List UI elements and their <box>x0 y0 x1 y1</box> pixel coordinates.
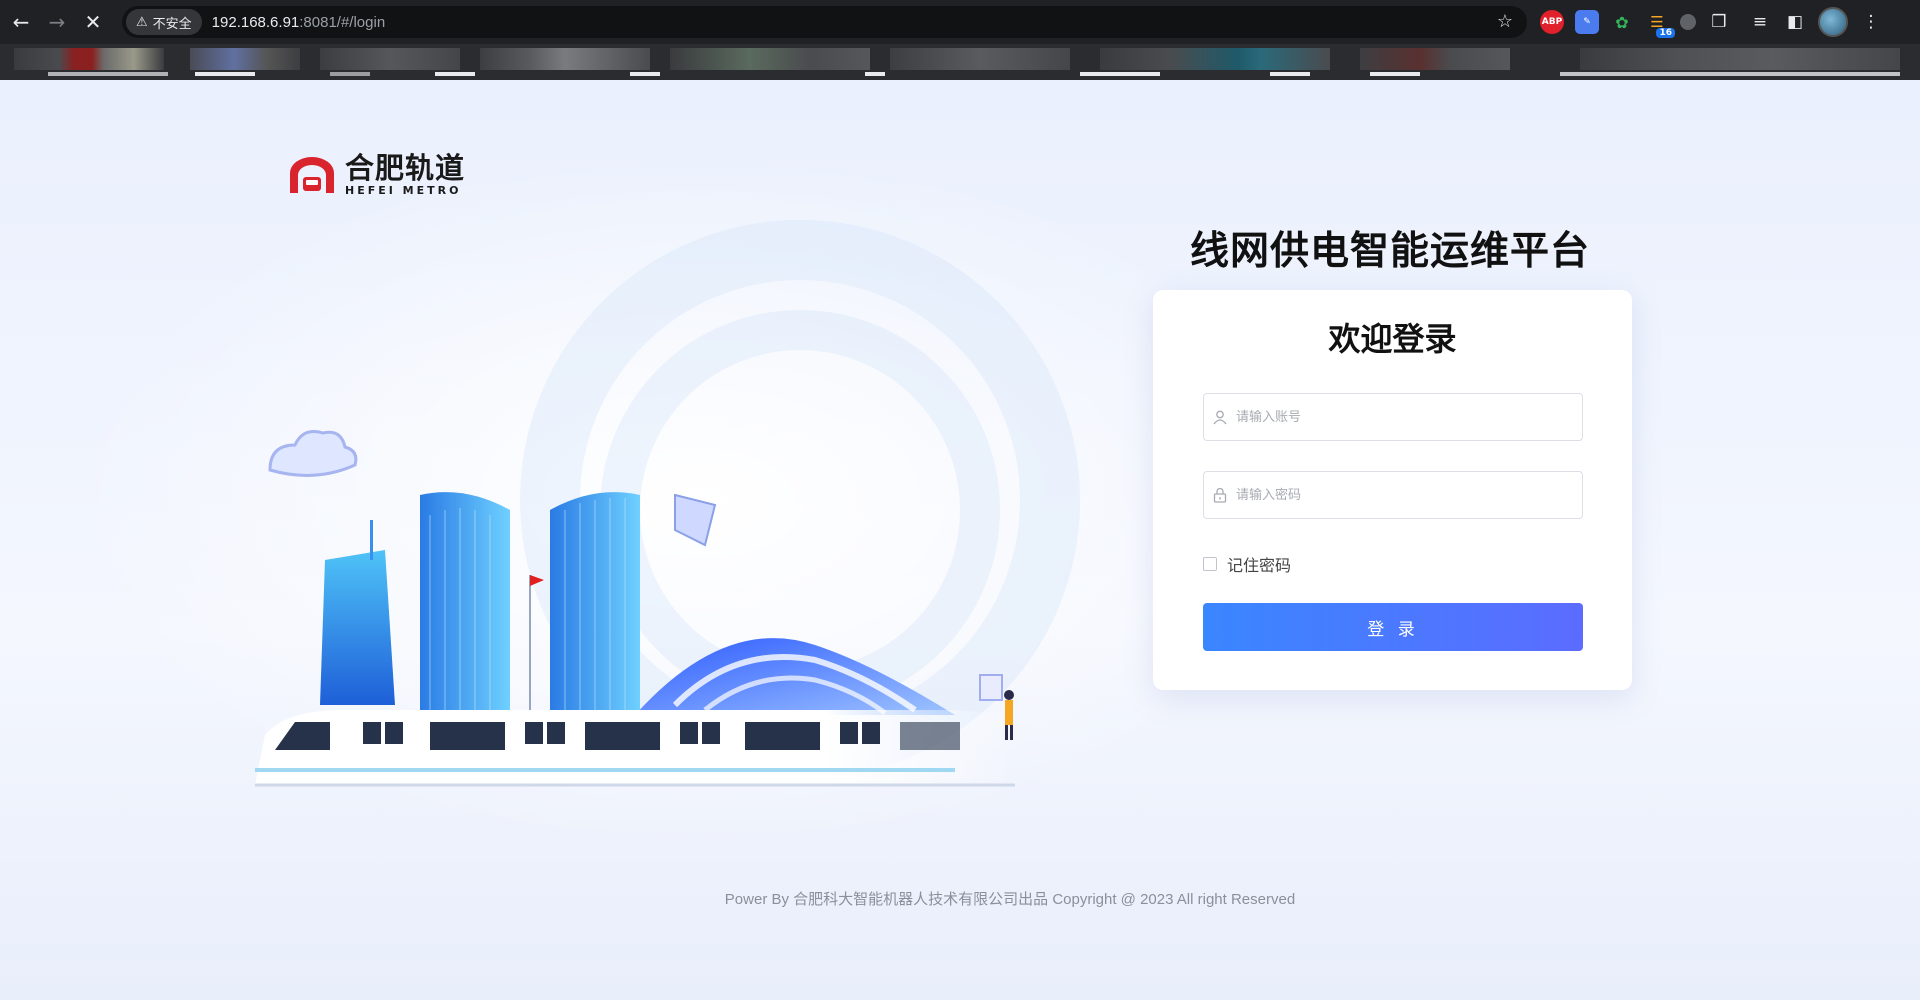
back-icon[interactable]: ← <box>6 7 36 37</box>
adblock-extension-icon[interactable]: ABP <box>1540 10 1564 34</box>
metro-city-illustration <box>255 430 1015 787</box>
rss-extension-icon[interactable]: ☰ 16 <box>1645 10 1675 38</box>
stop-loading-icon[interactable]: ✕ <box>78 7 108 37</box>
bookmark-star-icon[interactable]: ☆ <box>1497 11 1513 32</box>
bookmark-item[interactable] <box>14 48 164 70</box>
password-input[interactable] <box>1236 472 1582 518</box>
metro-logo-icon <box>290 157 334 193</box>
bookmark-item[interactable] <box>1360 48 1510 70</box>
extensions-puzzle-icon[interactable]: ❒ <box>1707 12 1731 32</box>
compass-extension-icon[interactable] <box>1680 14 1696 30</box>
account-field[interactable] <box>1203 393 1583 441</box>
bookmark-item[interactable] <box>190 48 300 70</box>
green-extension-icon[interactable]: ✿ <box>1610 10 1634 34</box>
translate-extension-icon[interactable]: ✎ <box>1575 10 1599 34</box>
bookmark-item[interactable] <box>890 48 1070 70</box>
extensions-area: ABP ✎ ✿ ☰ 16 ❒ ≡ ◧ ⋮ <box>1540 0 1883 44</box>
security-indicator[interactable]: ⚠ 不安全 <box>126 9 202 35</box>
side-panel-icon[interactable]: ◧ <box>1783 12 1807 32</box>
remember-label: 记住密码 <box>1227 556 1292 575</box>
url-host: 192.168.6.91 <box>211 13 300 31</box>
url-path: :8081/#/login <box>299 13 386 31</box>
password-field[interactable] <box>1203 471 1583 519</box>
forward-icon[interactable]: → <box>42 7 72 37</box>
bookmark-item[interactable] <box>320 48 460 70</box>
remember-checkbox[interactable] <box>1203 557 1217 571</box>
menu-kebab-icon[interactable]: ⋮ <box>1859 12 1883 32</box>
bookmark-item[interactable] <box>1580 48 1900 70</box>
lock-icon <box>1204 487 1236 503</box>
browser-toolbar: ← → ✕ ⚠ 不安全 192.168.6.91:8081/#/login ☆ … <box>0 0 1920 44</box>
account-input[interactable] <box>1236 394 1582 440</box>
user-icon <box>1204 410 1236 425</box>
login-card: 欢迎登录 记住密码 登 录 <box>1153 290 1632 690</box>
logo-english-name: HEFEI METRO <box>345 184 462 197</box>
profile-avatar[interactable] <box>1818 7 1848 37</box>
security-label: 不安全 <box>152 15 192 31</box>
platform-title: 线网供电智能运维平台 <box>1189 229 1590 274</box>
login-page: 合肥轨道 HEFEI METRO 线网供电智能运维平台 欢迎登录 请输入账号 记… <box>0 80 1920 1000</box>
login-button[interactable]: 登 录 <box>1203 603 1583 651</box>
remember-password[interactable]: 记住密码 <box>1203 552 1291 576</box>
logo-chinese-name: 合肥轨道 <box>345 151 466 185</box>
warning-icon: ⚠ <box>136 14 148 29</box>
login-title: 欢迎登录 <box>1328 320 1457 358</box>
bookmarks-bar <box>0 44 1920 80</box>
bookmark-item[interactable] <box>1100 48 1330 70</box>
extension-badge: 16 <box>1656 28 1675 38</box>
bookmark-item[interactable] <box>670 48 870 70</box>
hefei-metro-logo: 合肥轨道 HEFEI METRO <box>287 154 465 196</box>
bookmark-item[interactable] <box>480 48 650 70</box>
url-text[interactable]: 192.168.6.91:8081/#/login <box>212 14 386 31</box>
footer-text: Power By 合肥科大智能机器人技术有限公司出品 Copyright @ 2… <box>724 891 1296 908</box>
footer-copyright: Power By 合肥科大智能机器人技术有限公司出品 Copyright @ 2… <box>0 888 1900 909</box>
address-bar[interactable]: ⚠ 不安全 192.168.6.91:8081/#/login ☆ <box>122 6 1527 38</box>
media-queue-icon[interactable]: ≡ <box>1748 12 1772 32</box>
